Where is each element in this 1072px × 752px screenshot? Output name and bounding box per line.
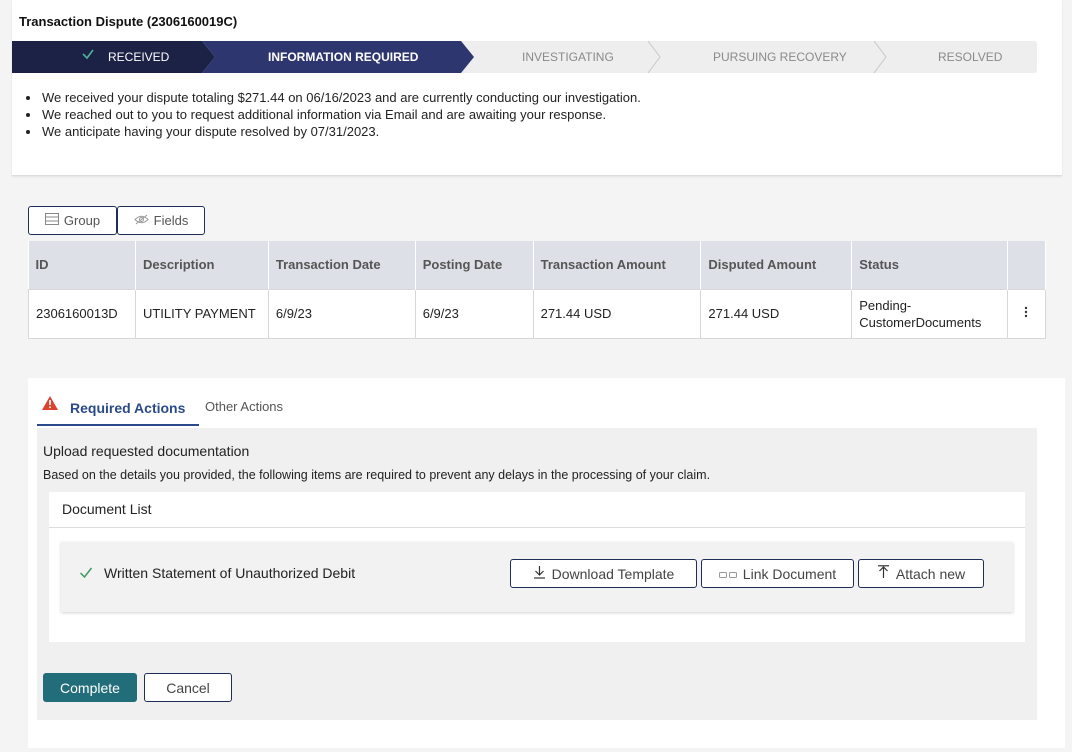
cell-transaction-amount: 271.44 USD — [532, 288, 702, 339]
cell-id: 2306160013D — [28, 288, 136, 339]
step-received: RECEIVED — [108, 50, 170, 64]
download-icon — [533, 565, 546, 582]
column-header-id[interactable]: ID — [28, 241, 136, 289]
column-header-actions — [1007, 241, 1047, 289]
document-list-title: Document List — [62, 501, 152, 517]
status-stepper: RECEIVED INFORMATION REQUIRED INVESTIGAT… — [12, 41, 1037, 73]
download-template-button[interactable]: Download Template — [510, 559, 697, 588]
summary-line: We anticipate having your dispute resolv… — [22, 123, 641, 140]
row-menu-button[interactable] — [1006, 288, 1047, 339]
table-header-row: ID Description Transaction Date Posting … — [28, 241, 1047, 289]
warning-icon — [42, 396, 58, 415]
column-header-description[interactable]: Description — [135, 241, 269, 289]
table-row[interactable]: 2306160013D UTILITY PAYMENT 6/9/23 6/9/2… — [28, 288, 1047, 339]
attach-new-label: Attach new — [895, 565, 966, 582]
download-template-label: Download Template — [551, 565, 675, 582]
fields-button[interactable]: Fields — [117, 206, 205, 235]
upload-title: Upload requested documentation — [43, 443, 250, 459]
cell-description: UTILITY PAYMENT — [134, 288, 269, 339]
group-button-label: Group — [63, 213, 101, 228]
link-document-button[interactable]: Link Document — [701, 559, 854, 588]
column-header-transaction-amount[interactable]: Transaction Amount — [533, 241, 702, 289]
cell-transaction-date: 6/9/23 — [267, 288, 416, 339]
page-title: Transaction Dispute (2306160019C) — [19, 14, 238, 29]
column-header-disputed-amount[interactable]: Disputed Amount — [700, 241, 853, 289]
eye-hidden-icon — [133, 213, 149, 228]
document-name: Written Statement of Unauthorized Debit — [104, 565, 356, 581]
divider — [49, 527, 1025, 528]
dispute-summary-list: We received your dispute totaling $271.4… — [22, 89, 641, 140]
upload-description: Based on the details you provided, the f… — [43, 468, 711, 482]
tab-other-actions[interactable]: Other Actions — [205, 399, 283, 414]
upload-icon — [877, 565, 890, 582]
step-information-required: INFORMATION REQUIRED — [268, 50, 419, 64]
cell-disputed-amount: 271.44 USD — [700, 288, 853, 339]
fields-button-label: Fields — [153, 213, 189, 228]
group-button[interactable]: Group — [28, 206, 117, 235]
summary-line: We reached out to you to request additio… — [22, 106, 641, 123]
column-header-transaction-date[interactable]: Transaction Date — [268, 241, 416, 289]
link-document-label: Link Document — [742, 565, 837, 582]
cell-status: Pending-CustomerDocuments — [851, 288, 1008, 339]
complete-button[interactable]: Complete — [43, 673, 137, 702]
cancel-button[interactable]: Cancel — [144, 673, 232, 702]
cell-posting-date: 6/9/23 — [414, 288, 534, 339]
step-investigating: INVESTIGATING — [522, 50, 614, 64]
summary-line: We received your dispute totaling $271.4… — [22, 89, 641, 106]
column-header-posting-date[interactable]: Posting Date — [415, 241, 534, 289]
group-icon — [44, 213, 59, 228]
step-resolved: RESOLVED — [938, 50, 1003, 64]
tab-required-actions-label: Required Actions — [70, 400, 186, 416]
link-icon — [718, 566, 737, 582]
column-header-status[interactable]: Status — [851, 241, 1008, 289]
check-icon — [79, 566, 93, 584]
more-vertical-icon — [1024, 306, 1028, 321]
step-pursuing-recovery: PURSUING RECOVERY — [713, 50, 847, 64]
tab-required-actions[interactable]: Required Actions — [37, 393, 199, 426]
transactions-table: ID Description Transaction Date Posting … — [28, 241, 1047, 339]
attach-new-button[interactable]: Attach new — [858, 559, 984, 588]
